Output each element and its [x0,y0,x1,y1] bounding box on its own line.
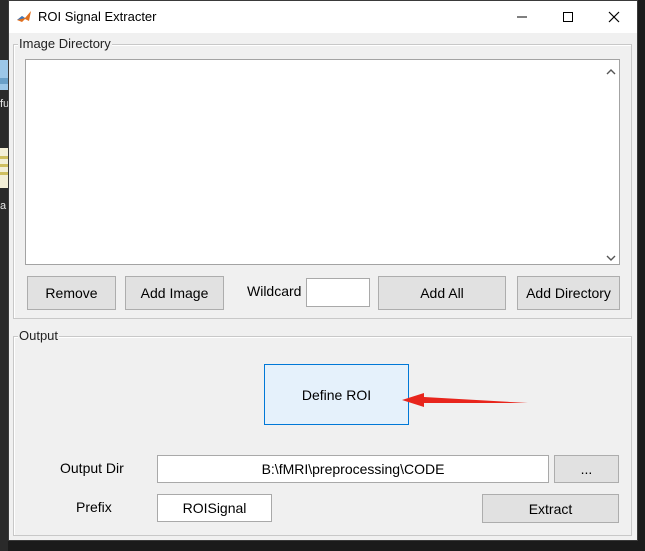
add-directory-button[interactable]: Add Directory [517,276,620,310]
image-list[interactable] [25,59,620,265]
add-all-button[interactable]: Add All [378,276,506,310]
maximize-button[interactable] [545,1,591,33]
desktop-icon-label: fu [0,98,8,110]
desktop-shortcut-icon [0,60,8,90]
maximize-icon [563,12,573,22]
add-image-button[interactable]: Add Image [125,276,224,310]
output-dir-label: Output Dir [60,460,124,476]
minimize-icon [517,16,527,18]
desktop-file-icon [0,148,8,188]
wildcard-label: Wildcard [247,283,302,299]
wildcard-input[interactable] [306,278,370,307]
browse-button[interactable]: ... [554,455,619,483]
title-bar[interactable]: ROI Signal Extracter [9,1,637,33]
define-roi-button[interactable]: Define ROI [264,364,409,425]
window-title: ROI Signal Extracter [38,9,157,24]
matlab-icon [16,9,32,25]
extract-button[interactable]: Extract [482,494,619,523]
prefix-label: Prefix [76,499,112,515]
minimize-button[interactable] [499,1,545,33]
image-directory-title: Image Directory [18,36,112,51]
remove-button[interactable]: Remove [27,276,116,310]
close-button[interactable] [591,1,637,33]
output-title: Output [18,328,60,343]
roi-signal-extracter-window: ROI Signal Extracter Image Directory Rem… [8,0,638,541]
output-dir-field[interactable]: B:\fMRI\preprocessing\CODE [157,455,549,483]
scroll-down-icon[interactable] [605,250,617,261]
scroll-up-icon[interactable] [605,64,617,75]
annotation-arrow [402,393,528,407]
desktop-icon-label: a [0,200,7,212]
close-icon [608,11,620,23]
prefix-field[interactable]: ROISignal [157,494,272,522]
